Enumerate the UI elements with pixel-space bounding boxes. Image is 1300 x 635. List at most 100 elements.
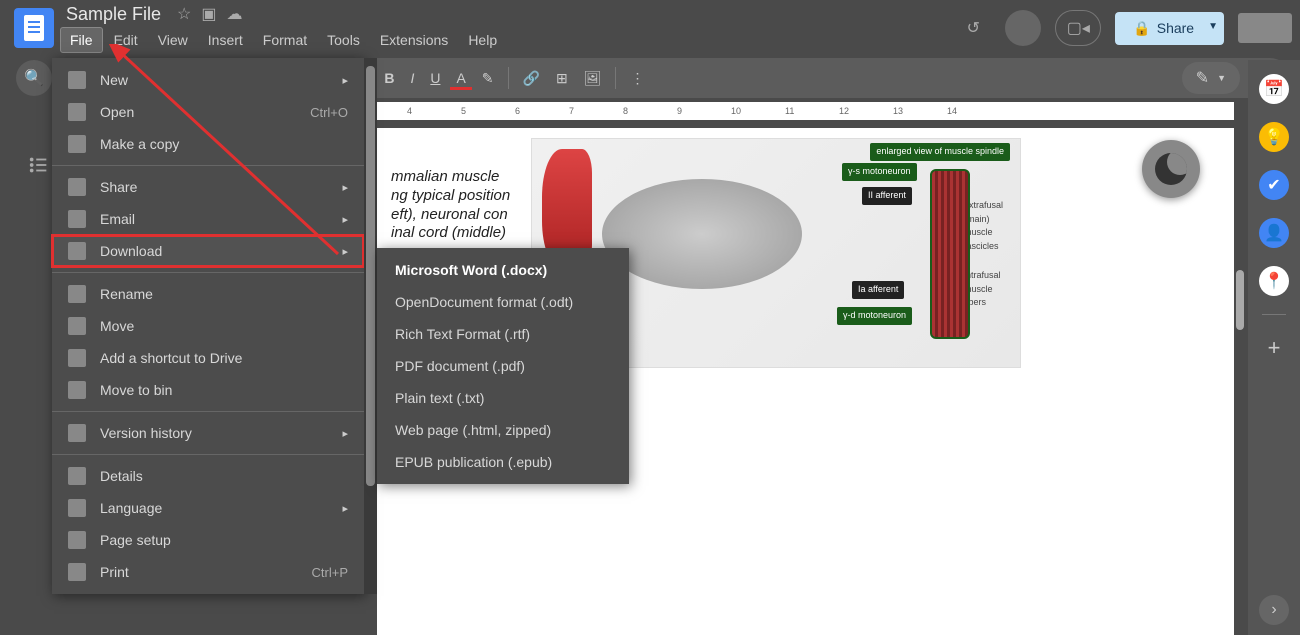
submenu-arrow-icon: ▸: [342, 245, 348, 258]
highlight-button[interactable]: ✎: [476, 66, 500, 91]
figure-caption-line: mmalian muscle: [391, 168, 510, 187]
collaborator-avatar[interactable]: [1005, 10, 1041, 46]
menu-item-make-a-copy[interactable]: Make a copy: [52, 128, 364, 160]
download-option-rtf[interactable]: Rich Text Format (.rtf): [377, 318, 629, 350]
account-placeholder[interactable]: [1238, 13, 1292, 43]
search-icon[interactable]: 🔍: [16, 60, 52, 96]
menu-item-new[interactable]: New ▸: [52, 64, 364, 96]
menu-item-move[interactable]: Move: [52, 310, 364, 342]
download-option-odt[interactable]: OpenDocument format (.odt): [377, 286, 629, 318]
menu-item-icon: [68, 178, 86, 196]
menu-scrollbar-thumb[interactable]: [366, 66, 375, 486]
lock-icon: 🔒: [1133, 20, 1150, 37]
star-icon[interactable]: ☆: [177, 4, 191, 24]
menu-item-print[interactable]: PrintCtrl+P: [52, 556, 364, 588]
insert-image-button[interactable]: 🖼: [578, 66, 608, 91]
share-dropdown-caret[interactable]: ▼: [1202, 12, 1224, 45]
menu-format[interactable]: Format: [254, 28, 316, 52]
side-panel: 📅 💡 ✔ 👤 📍 + ›: [1248, 60, 1300, 635]
download-option-html[interactable]: Web page (.html, zipped): [377, 414, 629, 446]
more-options-button[interactable]: ⋮: [624, 66, 650, 91]
keep-icon[interactable]: 💡: [1259, 122, 1289, 152]
menu-item-email[interactable]: Email▸: [52, 203, 364, 235]
menu-item-icon: [68, 424, 86, 442]
bold-button[interactable]: B: [378, 66, 400, 90]
menu-item-label: New: [100, 72, 128, 88]
download-option-txt[interactable]: Plain text (.txt): [377, 382, 629, 414]
submenu-arrow-icon: ▸: [342, 427, 348, 440]
meet-icon[interactable]: ▢◂: [1055, 10, 1101, 46]
share-label: Share: [1157, 20, 1194, 36]
menu-item-language[interactable]: Language ▸: [52, 492, 364, 524]
menu-separator: [52, 411, 364, 412]
menu-insert[interactable]: Insert: [199, 28, 252, 52]
menu-tools[interactable]: Tools: [318, 28, 369, 52]
ruler[interactable]: 4 5 6 7 8 9 10 11 12 13 14: [377, 102, 1234, 120]
menu-view[interactable]: View: [149, 28, 197, 52]
add-on-plus-icon[interactable]: +: [1259, 333, 1289, 363]
calendar-icon[interactable]: 📅: [1259, 74, 1289, 104]
contacts-icon[interactable]: 👤: [1259, 218, 1289, 248]
dark-mode-badge[interactable]: [1142, 140, 1200, 198]
menu-item-label: Print: [100, 564, 129, 580]
download-option-docx[interactable]: Microsoft Word (.docx): [377, 254, 629, 286]
menu-item-label: Version history: [100, 425, 192, 441]
menu-item-icon: [68, 103, 86, 121]
menu-item-share[interactable]: Share ▸: [52, 171, 364, 203]
submenu-arrow-icon: ▸: [342, 181, 348, 194]
figure-caption-line: inal cord (middle): [391, 224, 510, 243]
move-folder-icon[interactable]: ▣: [201, 4, 216, 24]
menu-item-label: Page setup: [100, 532, 171, 548]
menu-item-label: Move: [100, 318, 134, 334]
share-button[interactable]: 🔒 Share: [1115, 12, 1212, 45]
menu-item-rename[interactable]: Rename: [52, 278, 364, 310]
menu-item-icon: [68, 242, 86, 260]
menu-extensions[interactable]: Extensions: [371, 28, 457, 52]
outline-toggle-icon[interactable]: [28, 154, 50, 181]
underline-button[interactable]: U: [424, 66, 446, 90]
insert-comment-button[interactable]: ⊞: [550, 66, 574, 91]
menu-item-version-history[interactable]: Version history ▸: [52, 417, 364, 449]
menu-item-page-setup[interactable]: Page setup: [52, 524, 364, 556]
history-icon[interactable]: ↺: [955, 10, 991, 46]
menu-item-label: Share: [100, 179, 137, 195]
insert-link-button[interactable]: 🔗: [517, 66, 546, 91]
download-option-epub[interactable]: EPUB publication (.epub): [377, 446, 629, 478]
cloud-status-icon[interactable]: ☁: [227, 4, 243, 24]
download-submenu: Microsoft Word (.docx)OpenDocument forma…: [377, 248, 629, 484]
submenu-arrow-icon: ▸: [342, 502, 348, 515]
text-color-button[interactable]: A: [450, 66, 471, 90]
menu-item-icon: [68, 317, 86, 335]
file-menu: New▸OpenCtrl+OMake a copyShare▸Email▸Dow…: [52, 58, 364, 594]
menu-separator: [52, 454, 364, 455]
menu-item-icon: [68, 499, 86, 517]
menu-item-label: Rename: [100, 286, 153, 302]
menu-help[interactable]: Help: [459, 28, 506, 52]
menu-item-details[interactable]: Details: [52, 460, 364, 492]
hide-sidepanel-icon[interactable]: ›: [1259, 595, 1289, 625]
menu-item-download[interactable]: Download▸: [52, 235, 364, 267]
italic-button[interactable]: I: [404, 66, 420, 90]
menu-edit[interactable]: Edit: [105, 28, 147, 52]
menu-item-add-a-shortcut-to-drive[interactable]: Add a shortcut to Drive: [52, 342, 364, 374]
scrollbar-thumb[interactable]: [1236, 270, 1244, 330]
menu-item-icon: [68, 71, 86, 89]
docs-logo[interactable]: [14, 8, 54, 48]
submenu-arrow-icon: ▸: [342, 74, 348, 87]
document-title[interactable]: Sample File: [60, 2, 167, 27]
maps-icon[interactable]: 📍: [1259, 266, 1289, 296]
menu-item-icon: [68, 285, 86, 303]
menu-item-icon: [68, 531, 86, 549]
menu-item-move-to-bin[interactable]: Move to bin: [52, 374, 364, 406]
editing-mode-button[interactable]: ✎ ▼: [1182, 62, 1240, 94]
menu-file[interactable]: File: [60, 27, 103, 53]
menu-item-label: Email: [100, 211, 135, 227]
menu-item-label: Move to bin: [100, 382, 172, 398]
download-option-pdf[interactable]: PDF document (.pdf): [377, 350, 629, 382]
menu-item-icon: [68, 135, 86, 153]
sidebar-separator: [1262, 314, 1286, 315]
menu-separator: [52, 165, 364, 166]
menu-item-label: Language: [100, 500, 162, 516]
tasks-icon[interactable]: ✔: [1259, 170, 1289, 200]
menu-item-open[interactable]: OpenCtrl+O: [52, 96, 364, 128]
